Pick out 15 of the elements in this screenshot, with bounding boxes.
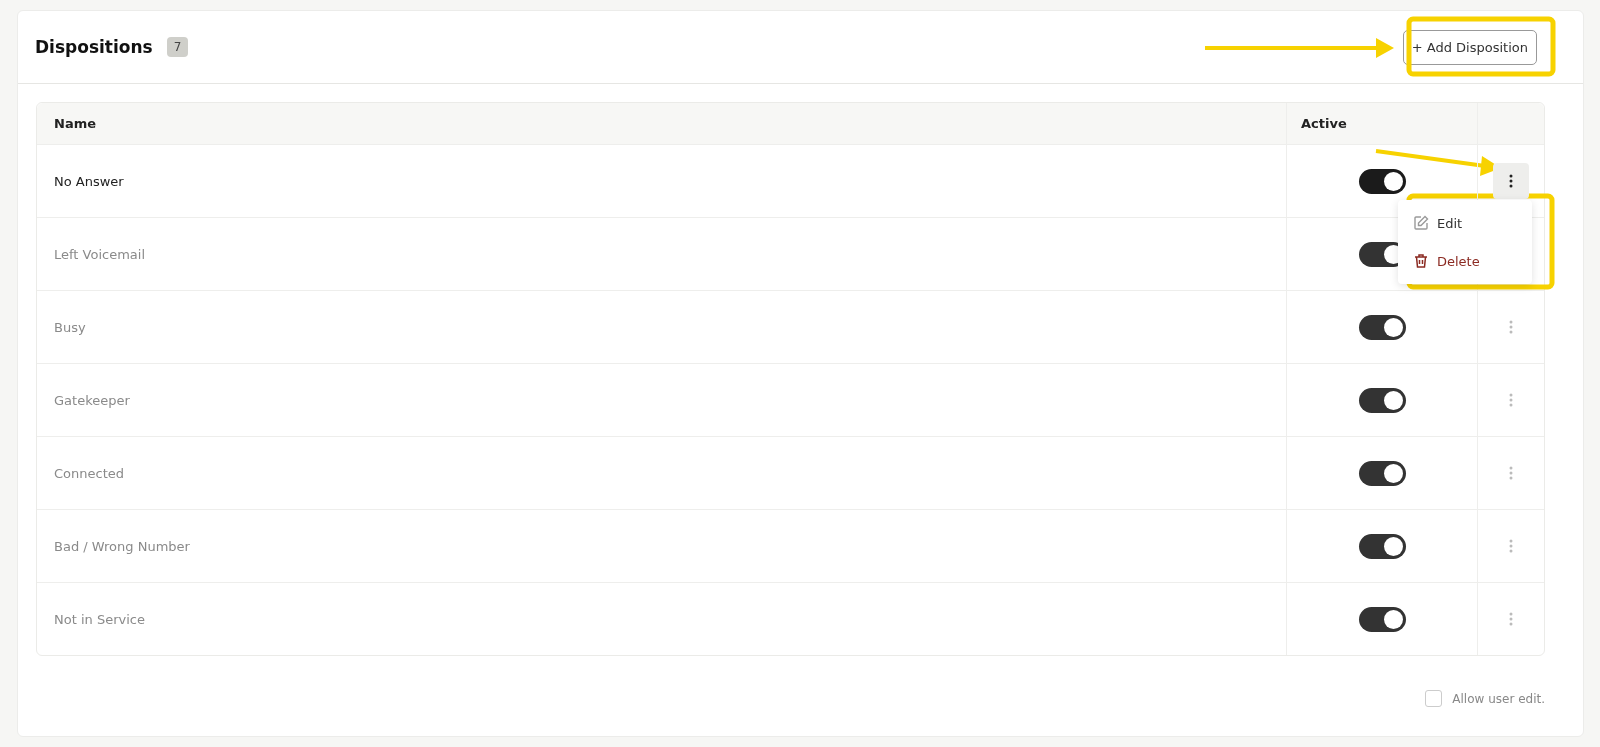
disposition-name: No Answer — [54, 173, 124, 189]
count-badge: 7 — [166, 37, 189, 57]
disposition-name: Gatekeeper — [54, 392, 130, 408]
disposition-name: Not in Service — [54, 611, 145, 627]
add-disposition-button[interactable]: + Add Disposition — [1402, 29, 1537, 65]
menu-item[interactable]: Edit — [1398, 204, 1532, 242]
page-title: Dispositions — [35, 37, 153, 57]
disposition-name: Left Voicemail — [54, 246, 146, 262]
menu-item[interactable]: Delete — [1398, 242, 1532, 280]
disposition-name: Connected — [54, 465, 124, 481]
checkbox-label: Allow user edit. — [1452, 691, 1545, 706]
column-header: Active — [1301, 116, 1347, 131]
disposition-name: Busy — [54, 319, 86, 335]
column-header: Name — [54, 116, 96, 131]
disposition-name: Bad / Wrong Number — [54, 538, 190, 554]
